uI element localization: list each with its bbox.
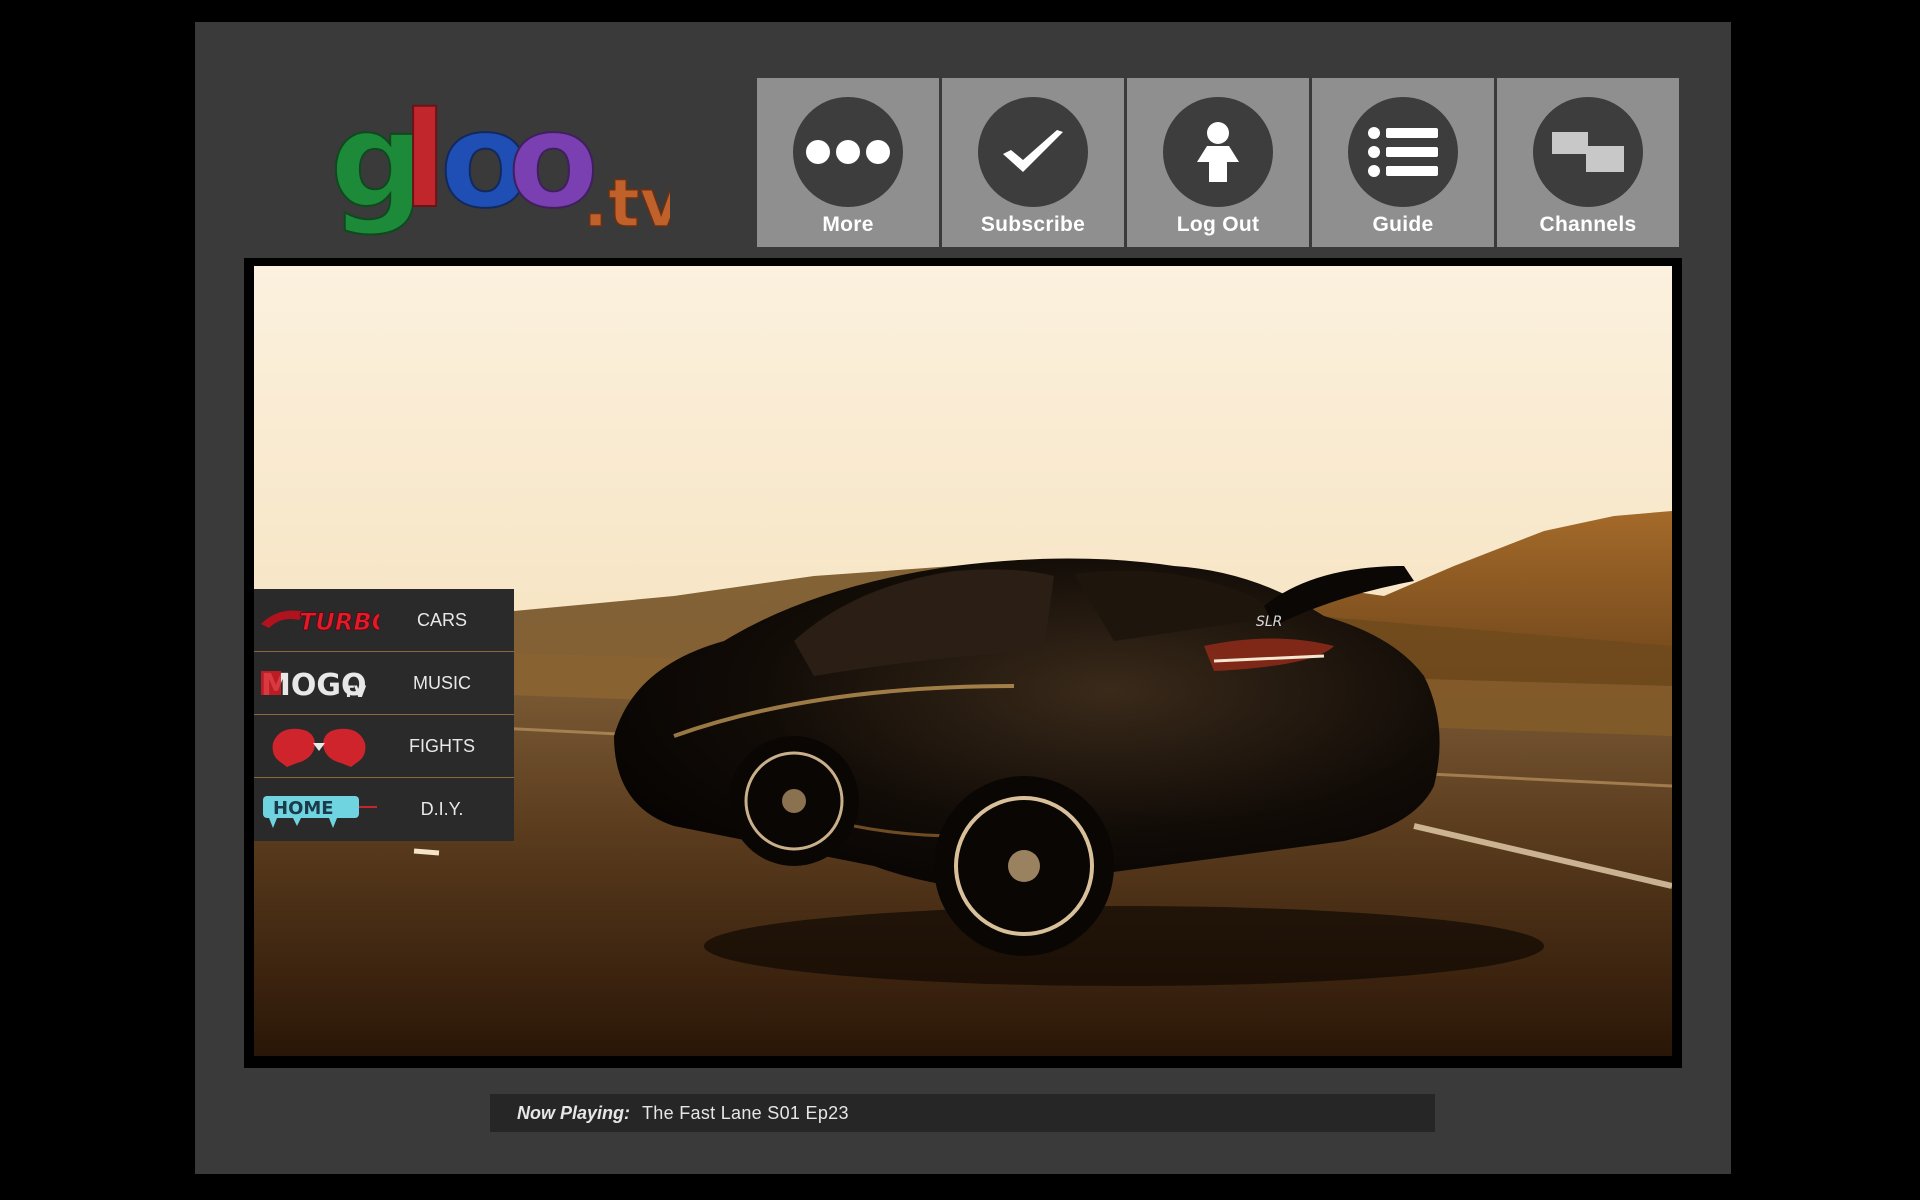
channels-icon [1533,97,1643,207]
guide-button[interactable]: Guide [1312,78,1494,247]
channel-list: TURBO CARS MOGO TV MUSIC FIGHTS [254,589,514,841]
logo-graphic: g l o o .tv [329,83,683,243]
home-logo-text: HOME [273,798,334,819]
subscribe-button-label: Subscribe [980,213,1086,236]
log-out-button[interactable]: Log Out [1127,78,1309,247]
home-logo: HOME [254,785,384,835]
boxing-gloves-icon [254,721,384,771]
more-button[interactable]: More [757,78,939,247]
channel-item-cars[interactable]: TURBO CARS [254,589,514,652]
list-icon [1348,97,1458,207]
turbo-logo-text: TURBO [299,608,379,636]
guide-button-label: Guide [1372,213,1434,236]
subscribe-button[interactable]: Subscribe [942,78,1124,247]
mogo-logo-suffix: TV [343,682,367,701]
mogo-tv-logo: MOGO TV [254,658,384,708]
turbo-logo: TURBO [254,595,384,645]
channels-button[interactable]: Channels [1497,78,1679,247]
now-playing-label: Now Playing: [517,1102,631,1123]
channel-name: FIGHTS [409,735,475,756]
gloo-tv-logo[interactable]: g l o o .tv [329,83,683,243]
channels-button-label: Channels [1539,213,1637,236]
logo-suffix: .tv [583,165,670,238]
channel-name: MUSIC [413,672,471,693]
channel-name: D.I.Y. [420,799,464,819]
channel-name: CARS [416,609,467,630]
person-icon [1163,97,1273,207]
top-nav: More Subscribe Log Out Guide Channels [757,78,1679,247]
now-playing-title: The Fast Lane S01 Ep23 [642,1102,849,1123]
channel-item-music[interactable]: MOGO TV MUSIC [254,652,514,715]
channel-item-fights[interactable]: FIGHTS [254,715,514,778]
more-dots-icon [793,97,903,207]
log-out-button-label: Log Out [1176,213,1260,236]
channel-item-diy[interactable]: HOME D.I.Y. [254,778,514,841]
now-playing-bar: Now Playing: The Fast Lane S01 Ep23 [490,1094,1435,1132]
slr-badge: SLR [1256,614,1282,630]
more-button-label: More [822,213,874,236]
checkmark-icon [978,97,1088,207]
